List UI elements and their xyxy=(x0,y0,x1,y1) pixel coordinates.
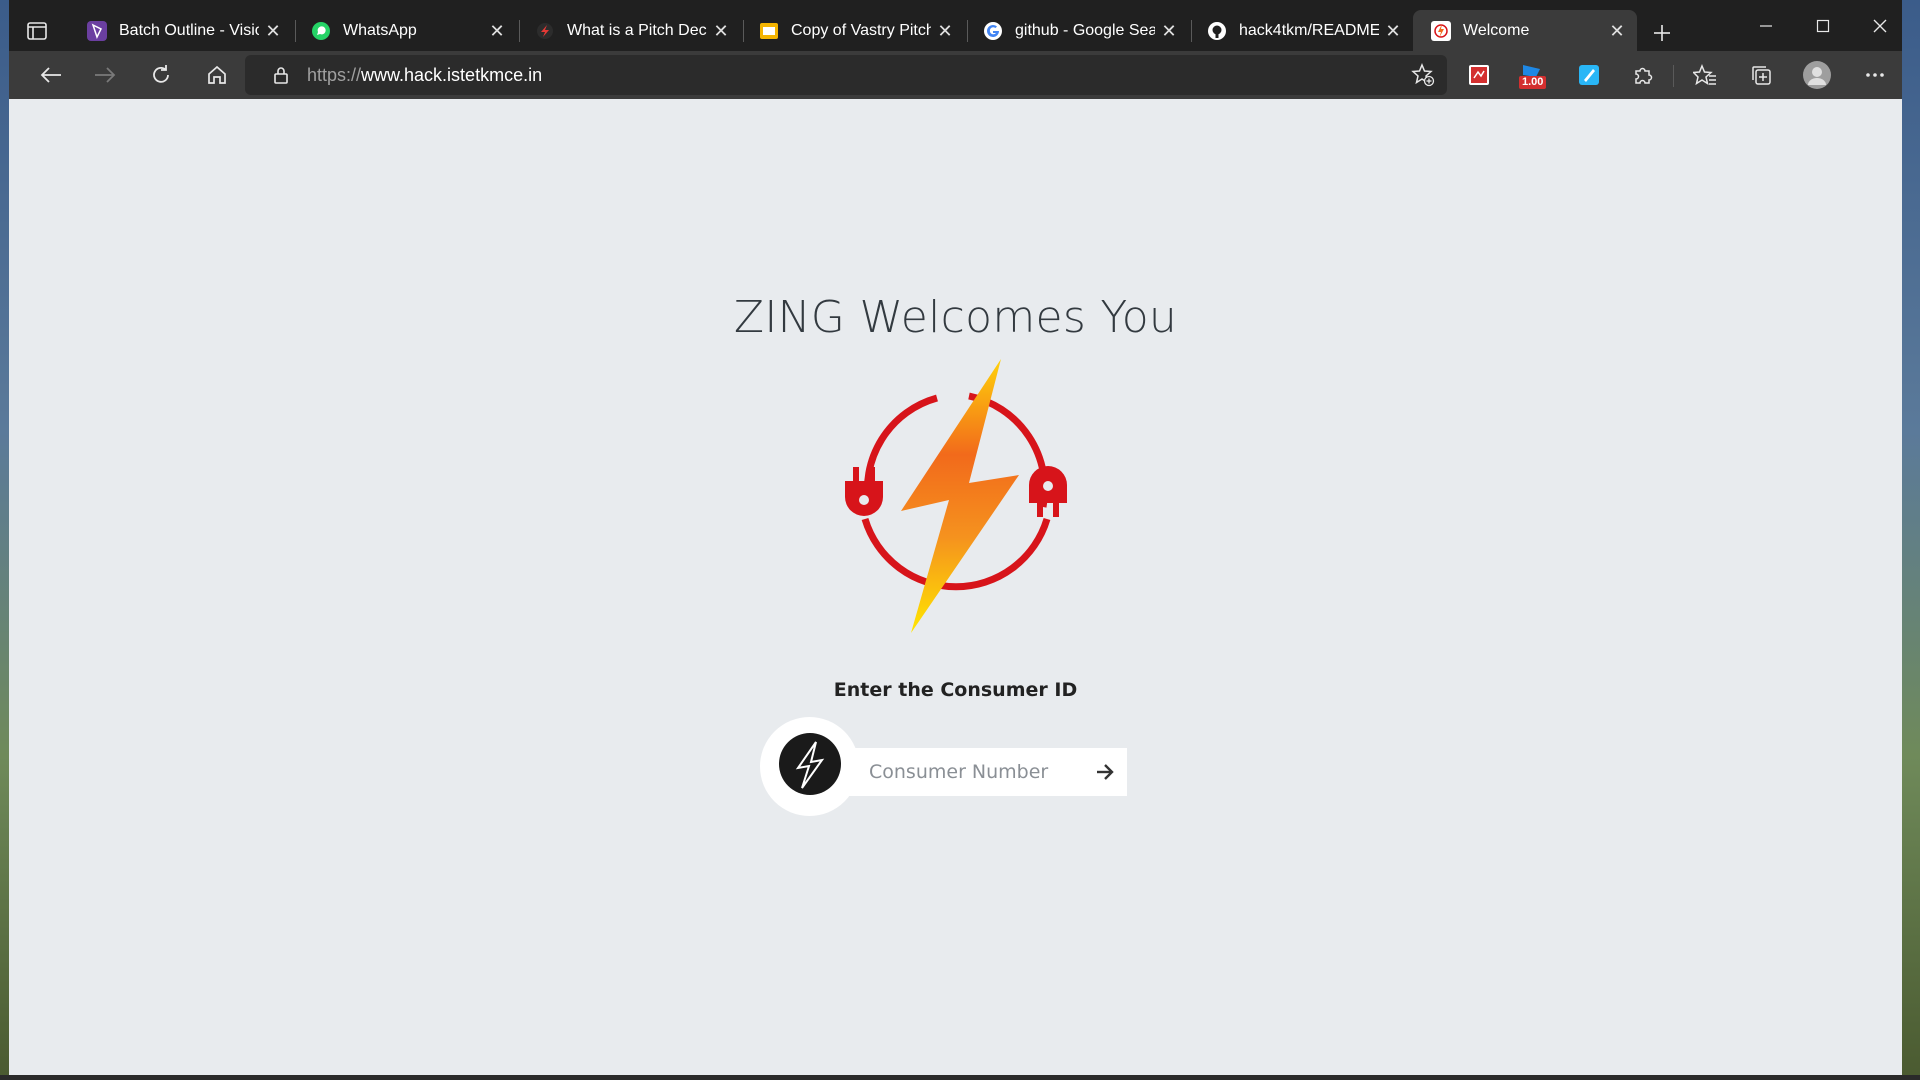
tab-title: What is a Pitch Deck xyxy=(567,21,707,39)
tab-whatsapp[interactable]: WhatsApp ✕ xyxy=(293,10,517,51)
google-icon xyxy=(983,21,1003,41)
refresh-button[interactable] xyxy=(143,57,179,93)
close-tab-icon[interactable]: ✕ xyxy=(261,19,285,43)
add-favorite-icon[interactable] xyxy=(1411,63,1435,92)
tab-title: Welcome xyxy=(1463,21,1530,39)
vision-icon xyxy=(87,20,107,41)
back-button[interactable] xyxy=(33,57,69,93)
home-button[interactable] xyxy=(199,57,235,93)
close-window-button[interactable] xyxy=(1857,12,1902,40)
close-tab-icon[interactable]: ✕ xyxy=(1157,19,1181,43)
collections-icon[interactable] xyxy=(1745,59,1777,91)
tab-title: github - Google Search xyxy=(1015,21,1155,39)
tab-title: WhatsApp xyxy=(343,21,417,39)
tab-welcome[interactable]: Welcome ✕ xyxy=(1413,10,1637,51)
browser-window: Batch Outline - Vision ✕ WhatsApp ✕ What… xyxy=(9,0,1902,1075)
input-circle xyxy=(760,717,859,816)
google-slides-icon xyxy=(759,21,779,41)
profile-avatar-icon[interactable] xyxy=(1801,59,1833,91)
minimize-button[interactable] xyxy=(1743,12,1789,40)
whatsapp-icon xyxy=(311,21,331,41)
page-content: ZING Welcomes You Enter the Consumer ID … xyxy=(9,99,1902,1075)
tab-github-search[interactable]: github - Google Search ✕ xyxy=(965,10,1189,51)
address-bar[interactable]: https://www.hack.istetkmce.in xyxy=(245,55,1447,95)
url-host: www.hack.istetkmce.in xyxy=(361,64,543,85)
editor-extension-icon[interactable] xyxy=(1573,59,1605,91)
tab-vastry-pitch[interactable]: Copy of Vastry Pitch D ✕ xyxy=(741,10,965,51)
extension-badge: 1.00 xyxy=(1519,76,1547,89)
maximize-button[interactable] xyxy=(1800,12,1846,40)
close-tab-icon[interactable]: ✕ xyxy=(1381,19,1405,43)
tab-actions-icon[interactable] xyxy=(21,15,53,47)
tab-title: Copy of Vastry Pitch D xyxy=(791,21,931,39)
forward-button[interactable] xyxy=(87,57,123,93)
new-tab-button[interactable] xyxy=(1645,16,1679,50)
close-tab-icon[interactable]: ✕ xyxy=(709,19,733,43)
pitch-deck-icon xyxy=(535,21,555,41)
github-icon xyxy=(1207,21,1227,41)
browser-toolbar: https://www.hack.istetkmce.in 1.00 xyxy=(9,51,1902,99)
url-scheme: https:// xyxy=(307,64,362,85)
more-options-icon[interactable] xyxy=(1859,59,1891,91)
lightning-icon xyxy=(778,732,842,801)
consumer-number-field-wrap xyxy=(842,748,1127,796)
tab-title: Batch Outline - Vision xyxy=(119,21,259,39)
consumer-id-label: Enter the Consumer ID xyxy=(833,679,1078,701)
close-tab-icon[interactable]: ✕ xyxy=(933,19,957,43)
extensions-puzzle-icon[interactable] xyxy=(1627,59,1659,91)
tab-pitch-deck[interactable]: What is a Pitch Deck ✕ xyxy=(517,10,741,51)
tab-bar: Batch Outline - Vision ✕ WhatsApp ✕ What… xyxy=(9,0,1902,51)
welcome-heading: ZING Welcomes You xyxy=(733,292,1178,343)
zing-icon xyxy=(1431,20,1451,41)
close-tab-icon[interactable]: ✕ xyxy=(1605,19,1629,43)
consumer-input-group xyxy=(760,717,1150,817)
close-tab-icon[interactable]: ✕ xyxy=(485,19,509,43)
tab-title: hack4tkm/README.md xyxy=(1239,21,1379,39)
taskbar-edge xyxy=(0,1075,1920,1080)
tab-batch-outline[interactable]: Batch Outline - Vision ✕ xyxy=(69,10,293,51)
lock-icon[interactable] xyxy=(271,65,291,85)
submit-arrow-icon[interactable] xyxy=(1093,760,1117,784)
toolbar-separator xyxy=(1673,65,1674,87)
zing-logo xyxy=(841,357,1071,637)
pdf-extension-icon[interactable] xyxy=(1463,59,1495,91)
tab-hack4tkm-readme[interactable]: hack4tkm/README.md ✕ xyxy=(1189,10,1413,51)
speed-extension-icon[interactable]: 1.00 xyxy=(1517,59,1549,91)
consumer-number-input[interactable] xyxy=(867,760,1071,784)
favorites-icon[interactable] xyxy=(1689,59,1721,91)
